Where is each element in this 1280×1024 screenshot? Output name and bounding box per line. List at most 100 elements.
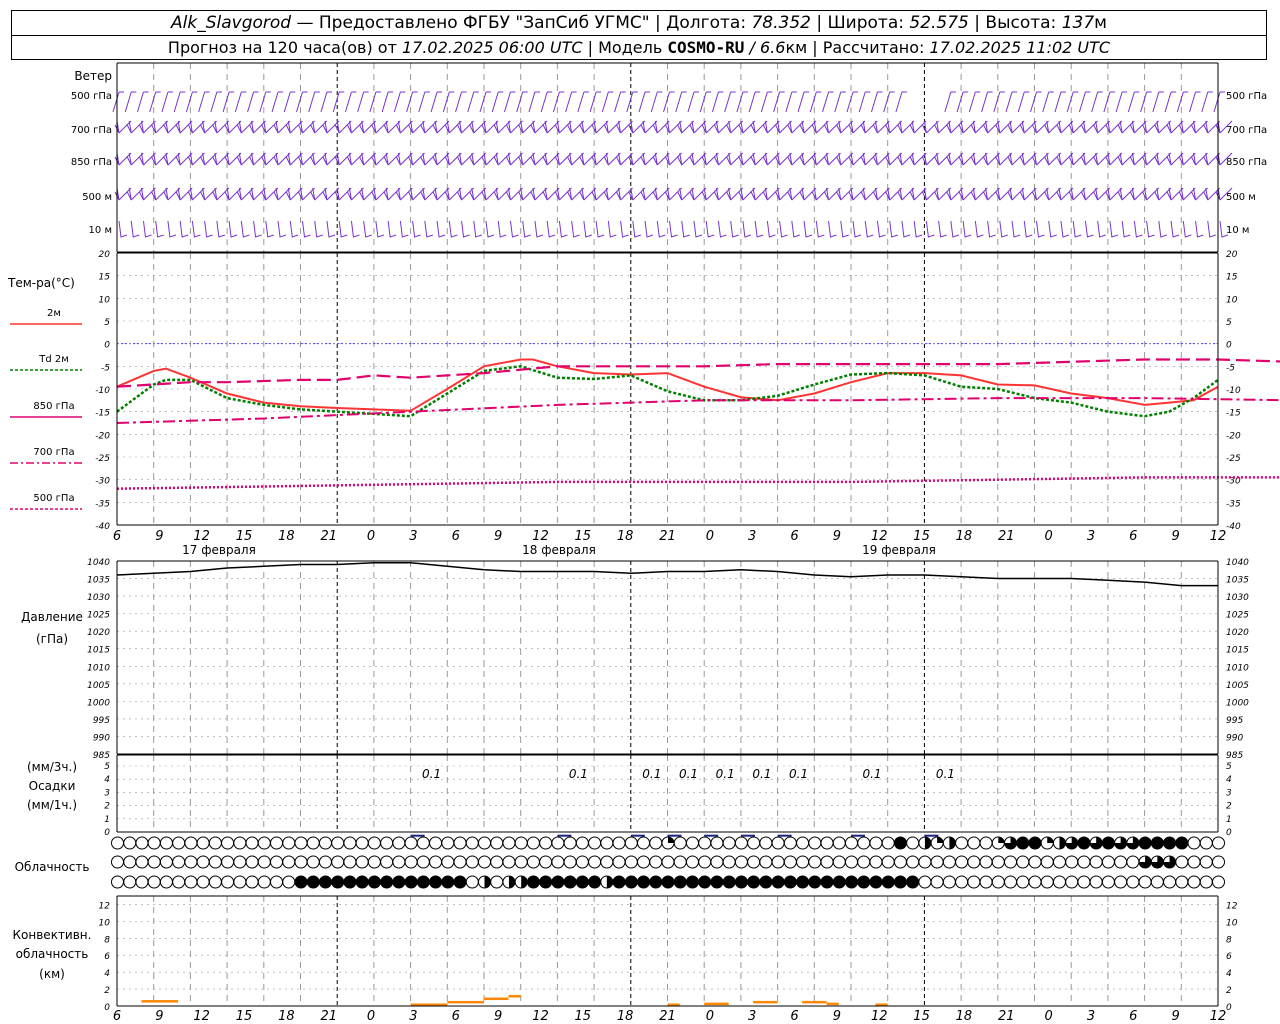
wind-barb [436,220,446,238]
wind-barb [870,91,883,113]
cloud-symbol-fill [429,876,442,888]
cloud-symbol-fill [833,876,846,888]
cloud-symbol-fill [539,876,552,888]
conv-title-3: (км) [39,967,65,981]
cloud-symbol [747,855,761,869]
cloud-symbol [490,875,504,889]
precip-bar [557,834,572,837]
wind-barb [271,91,284,113]
precip-tick-label-right: 3 [1226,788,1232,798]
wind-barb [852,220,862,238]
time-tick-label: 6 [452,529,460,544]
time-tick-label-bottom: 9 [155,1009,163,1024]
wind-barb [803,220,813,238]
cloud-symbol [759,836,773,850]
pressure-tick-label-right: 995 [1226,716,1243,726]
time-tick-label: 21 [320,529,337,544]
wind-barb [448,220,458,238]
temp-tick-label-right: 10 [1226,295,1238,305]
wind-barb [497,220,507,238]
conv-tick-label: 8 [104,935,110,945]
cloud-symbol [1175,875,1189,889]
pressure-tick-label: 990 [93,733,110,743]
temp-tick-label-right: -25 [1226,454,1241,464]
temp-tick-label: -40 [95,522,110,532]
wind-barb [455,91,467,113]
time-tick-label-bottom: 18 [278,1009,295,1024]
wind-barb [381,91,394,113]
cloud-symbol [563,855,577,869]
cloud-symbol [123,836,137,850]
cloud-symbol [820,836,834,850]
wind-barb [326,220,336,238]
wind-barb [724,91,736,113]
cloud-symbol-fill [796,876,809,888]
wind-barb [1121,220,1131,238]
wind-barb [363,220,372,238]
precip-tick-label-right: 2 [1226,802,1232,812]
wind-barb [577,91,589,113]
wind-barb [620,220,629,238]
precip-value-label: 0.1 [716,767,735,781]
wind-barb [503,91,516,113]
cloud-symbol [416,836,430,850]
temp-tick-label-right: -40 [1226,522,1241,532]
cloud-symbol [196,836,210,850]
wind-barb [1054,91,1066,113]
wind-barb [210,91,222,113]
precip-bar [630,834,645,837]
wind-barb [1091,91,1103,113]
cloud-symbol [135,855,149,869]
wind-barb [185,91,198,113]
cloud-symbol-fill [924,837,931,849]
wind-barb [332,91,345,113]
cloud-symbol [453,855,467,869]
time-tick-label: 3 [1087,529,1095,544]
cloud-symbol [967,875,981,889]
cloud-symbol-fill [894,876,907,888]
cloud-symbol [685,836,699,850]
precip-bar [740,834,755,837]
cloud-symbol [588,836,602,850]
time-tick-label-bottom: 21 [998,1009,1015,1024]
time-tick-label: 18 [617,529,634,544]
temp-tick-label-right: 20 [1226,250,1238,260]
pressure-title: Давление [21,610,83,624]
time-tick-label: 9 [1172,529,1180,544]
wind-barb [240,220,250,238]
wind-barb [1182,220,1192,238]
cloud-symbol [1101,875,1115,889]
wind-barb [461,220,470,238]
pressure-tick-label-right: 1005 [1226,681,1249,691]
cloud-symbol-fill [405,876,418,888]
wind-barb [883,91,895,113]
pressure-unit: (гПа) [36,632,68,646]
conv-bar [141,1000,179,1003]
temp-tick-label-right: 15 [1226,273,1238,283]
cloud-symbol [111,836,124,850]
cloud-symbol [832,836,846,850]
wind-barb [558,220,568,238]
cloud-symbol [747,836,761,850]
wind-barb [614,91,626,113]
time-tick-label-bottom: 12 [532,1009,549,1024]
wind-barb [314,220,323,238]
cloud-symbol-fill [484,876,491,888]
cloud-symbol [416,855,430,869]
wind-barb [350,220,360,238]
cloud-symbol [404,855,418,869]
cloud-symbol-fill [295,876,307,888]
wind-barb [173,91,186,113]
day-label: 18 февраля [522,543,596,557]
cloud-symbol [1077,875,1091,889]
wind-barb [736,91,748,113]
cloud-symbol [306,855,320,869]
precip-tick-label: 3 [104,788,110,798]
precip-tick-label: 5 [104,762,110,772]
time-tick-label-bottom: 18 [617,1009,634,1024]
time-tick-label-bottom: 15 [575,1009,592,1024]
cloud-symbol-fill [869,876,882,888]
conv-tick-label-right: 0 [1226,1003,1232,1013]
wind-barb [864,220,874,238]
conv-bar [704,1002,729,1006]
